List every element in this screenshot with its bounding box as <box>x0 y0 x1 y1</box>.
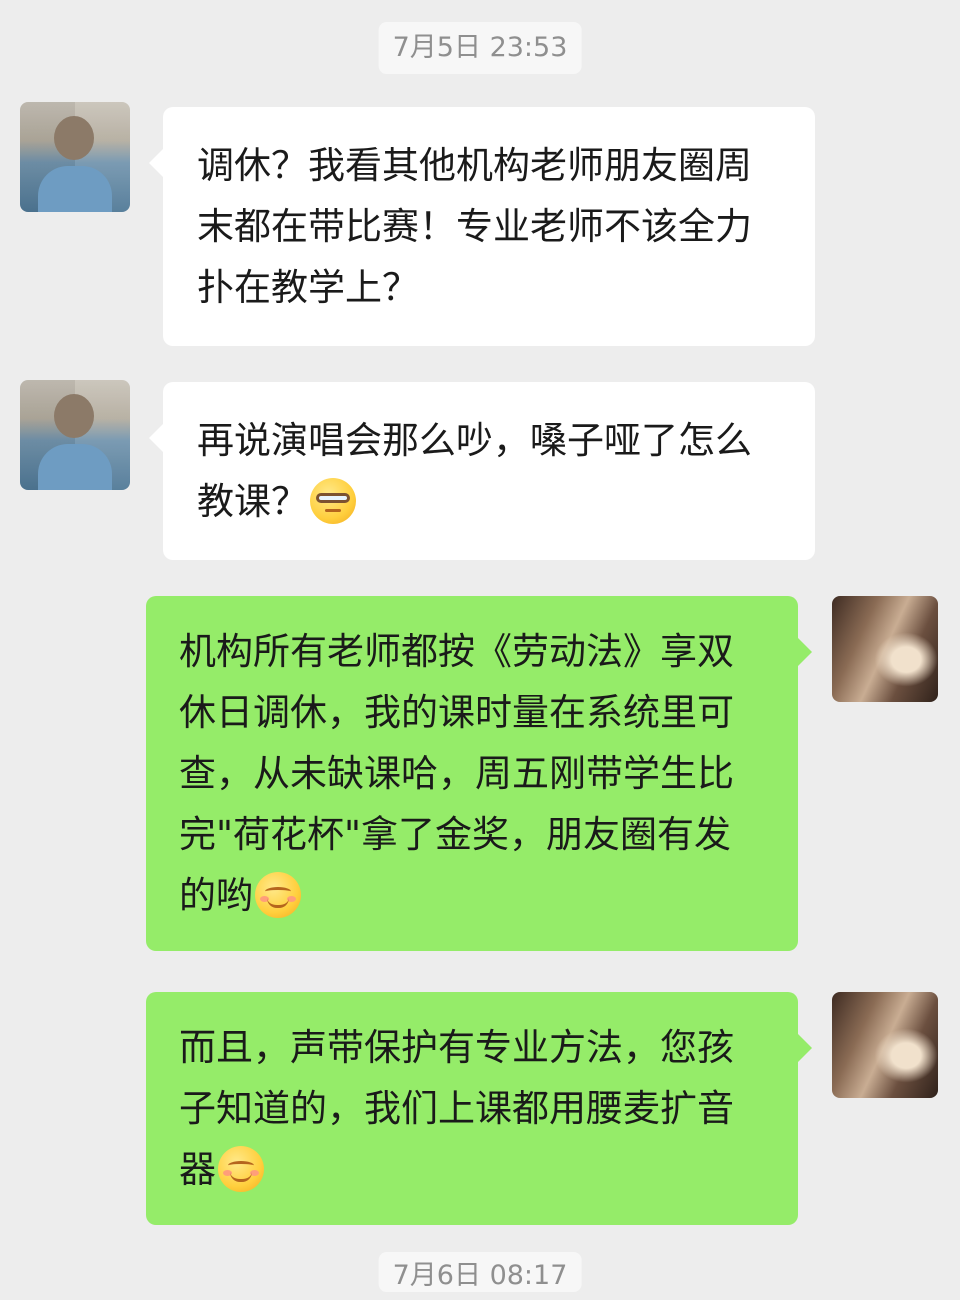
message-text: 再说演唱会那么吵，嗓子哑了怎么教课？ <box>197 419 752 523</box>
self-avatar[interactable] <box>832 992 938 1098</box>
smile-emoji-icon <box>218 1146 264 1192</box>
outgoing-message-bubble[interactable]: 而且，声带保护有专业方法，您孩子知道的，我们上课都用腰麦扩音器 <box>146 992 812 1225</box>
glasses-emoji-icon <box>310 478 356 524</box>
incoming-message-bubble[interactable]: 调休？我看其他机构老师朋友圈周末都在带比赛！专业老师不该全力扑在教学上？ <box>149 107 815 346</box>
contact-avatar[interactable] <box>20 102 130 212</box>
smile-emoji-icon <box>255 872 301 918</box>
timestamp: 7月5日 23:53 <box>378 22 582 74</box>
message-text: 机构所有老师都按《劳动法》享双休日调休，我的课时量在系统里可查，从未缺课哈，周五… <box>179 630 734 917</box>
contact-avatar[interactable] <box>20 380 130 490</box>
chat-thread: 7月5日 23:53 调休？我看其他机构老师朋友圈周末都在带比赛！专业老师不该全… <box>0 0 960 1292</box>
timestamp: 7月6日 08:17 <box>378 1252 582 1292</box>
incoming-message-bubble[interactable]: 再说演唱会那么吵，嗓子哑了怎么教课？ <box>149 382 815 560</box>
outgoing-message-bubble[interactable]: 机构所有老师都按《劳动法》享双休日调休，我的课时量在系统里可查，从未缺课哈，周五… <box>146 596 812 951</box>
self-avatar[interactable] <box>832 596 938 702</box>
message-text: 调休？我看其他机构老师朋友圈周末都在带比赛！专业老师不该全力扑在教学上？ <box>197 144 752 309</box>
